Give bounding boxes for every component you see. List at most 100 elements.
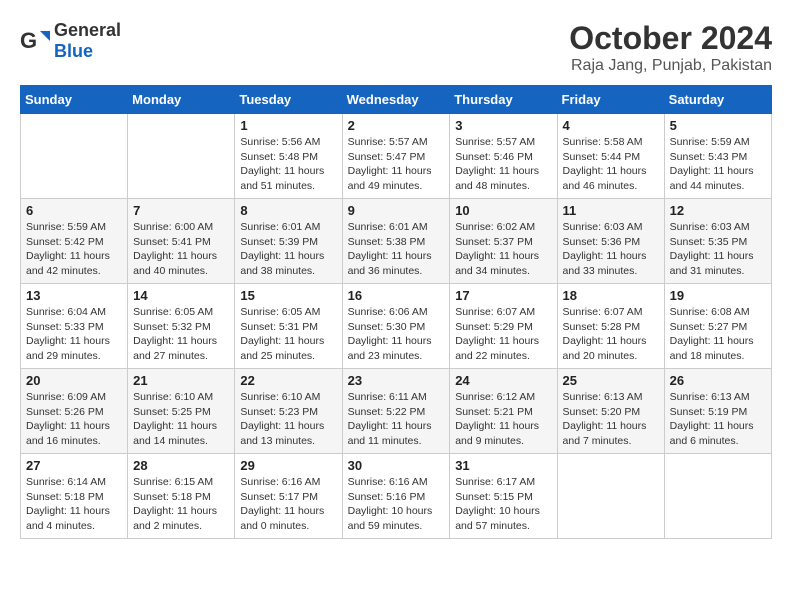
day-cell: 3 Sunrise: 5:57 AM Sunset: 5:46 PM Daylig… xyxy=(450,114,557,199)
day-number: 3 xyxy=(455,118,551,133)
day-number: 31 xyxy=(455,458,551,473)
day-cell: 28 Sunrise: 6:15 AM Sunset: 5:18 PM Dayli… xyxy=(128,454,235,539)
header-cell-sunday: Sunday xyxy=(21,86,128,114)
day-cell: 25Sunrise: 6:13 AM Sunset: 5:20 PM Dayli… xyxy=(557,369,664,454)
day-info: Sunrise: 6:16 AM Sunset: 5:17 PM Dayligh… xyxy=(240,475,336,534)
logo-icon: G xyxy=(20,26,50,56)
month-title: October 2024 xyxy=(569,20,772,57)
day-info: Sunrise: 6:00 AM Sunset: 5:41 PM Dayligh… xyxy=(133,220,229,279)
day-cell: 8Sunrise: 6:01 AM Sunset: 5:39 PM Daylig… xyxy=(235,199,342,284)
header-cell-thursday: Thursday xyxy=(450,86,557,114)
day-cell xyxy=(557,454,664,539)
day-cell: 23 Sunrise: 6:11 AM Sunset: 5:22 PM Dayli… xyxy=(342,369,450,454)
day-info: Sunrise: 6:15 AM Sunset: 5:18 PM Dayligh… xyxy=(133,475,229,534)
day-info: Sunrise: 5:58 AM Sunset: 5:44 PM Dayligh… xyxy=(563,135,659,194)
day-cell: 22 Sunrise: 6:10 AM Sunset: 5:23 PM Dayli… xyxy=(235,369,342,454)
day-cell: 18Sunrise: 6:07 AM Sunset: 5:28 PM Dayli… xyxy=(557,284,664,369)
day-cell: 26 Sunrise: 6:13 AM Sunset: 5:19 PM Dayli… xyxy=(664,369,771,454)
day-number: 4 xyxy=(563,118,659,133)
day-cell: 15 Sunrise: 6:05 AM Sunset: 5:31 PM Dayli… xyxy=(235,284,342,369)
day-number: 15 xyxy=(240,288,336,303)
svg-text:G: G xyxy=(20,28,37,53)
day-number: 28 xyxy=(133,458,229,473)
day-info: Sunrise: 5:59 AM Sunset: 5:43 PM Dayligh… xyxy=(670,135,766,194)
day-number: 21 xyxy=(133,373,229,388)
day-number: 24 xyxy=(455,373,551,388)
day-info: Sunrise: 6:06 AM Sunset: 5:30 PM Dayligh… xyxy=(348,305,445,364)
day-number: 6 xyxy=(26,203,122,218)
day-cell xyxy=(664,454,771,539)
day-cell: 13 Sunrise: 6:04 AM Sunset: 5:33 PM Dayli… xyxy=(21,284,128,369)
day-cell: 14 Sunrise: 6:05 AM Sunset: 5:32 PM Dayli… xyxy=(128,284,235,369)
day-number: 27 xyxy=(26,458,122,473)
day-info: Sunrise: 6:11 AM Sunset: 5:22 PM Dayligh… xyxy=(348,390,445,449)
day-cell: 17Sunrise: 6:07 AM Sunset: 5:29 PM Dayli… xyxy=(450,284,557,369)
day-number: 30 xyxy=(348,458,445,473)
header-cell-friday: Friday xyxy=(557,86,664,114)
day-info: Sunrise: 6:05 AM Sunset: 5:31 PM Dayligh… xyxy=(240,305,336,364)
day-cell: 2Sunrise: 5:57 AM Sunset: 5:47 PM Daylig… xyxy=(342,114,450,199)
day-number: 19 xyxy=(670,288,766,303)
day-number: 26 xyxy=(670,373,766,388)
day-info: Sunrise: 6:05 AM Sunset: 5:32 PM Dayligh… xyxy=(133,305,229,364)
day-info: Sunrise: 6:03 AM Sunset: 5:36 PM Dayligh… xyxy=(563,220,659,279)
day-number: 25 xyxy=(563,373,659,388)
header-cell-monday: Monday xyxy=(128,86,235,114)
day-number: 13 xyxy=(26,288,122,303)
day-info: Sunrise: 6:09 AM Sunset: 5:26 PM Dayligh… xyxy=(26,390,122,449)
day-number: 16 xyxy=(348,288,445,303)
day-cell: 9 Sunrise: 6:01 AM Sunset: 5:38 PM Daylig… xyxy=(342,199,450,284)
day-number: 8 xyxy=(240,203,336,218)
header-row: SundayMondayTuesdayWednesdayThursdayFrid… xyxy=(21,86,772,114)
day-cell xyxy=(128,114,235,199)
day-info: Sunrise: 6:14 AM Sunset: 5:18 PM Dayligh… xyxy=(26,475,122,534)
day-number: 9 xyxy=(348,203,445,218)
day-info: Sunrise: 6:04 AM Sunset: 5:33 PM Dayligh… xyxy=(26,305,122,364)
day-cell: 21Sunrise: 6:10 AM Sunset: 5:25 PM Dayli… xyxy=(128,369,235,454)
page-header: G General Blue October 2024 Raja Jang, P… xyxy=(20,20,772,75)
header-cell-tuesday: Tuesday xyxy=(235,86,342,114)
day-info: Sunrise: 5:56 AM Sunset: 5:48 PM Dayligh… xyxy=(240,135,336,194)
logo-general-text: General xyxy=(54,20,121,40)
day-cell: 6Sunrise: 5:59 AM Sunset: 5:42 PM Daylig… xyxy=(21,199,128,284)
logo-blue-text: Blue xyxy=(54,41,93,61)
day-info: Sunrise: 5:57 AM Sunset: 5:47 PM Dayligh… xyxy=(348,135,445,194)
day-cell: 7 Sunrise: 6:00 AM Sunset: 5:41 PM Daylig… xyxy=(128,199,235,284)
day-cell: 10Sunrise: 6:02 AM Sunset: 5:37 PM Dayli… xyxy=(450,199,557,284)
day-info: Sunrise: 6:17 AM Sunset: 5:15 PM Dayligh… xyxy=(455,475,551,534)
day-number: 17 xyxy=(455,288,551,303)
week-row-4: 20Sunrise: 6:09 AM Sunset: 5:26 PM Dayli… xyxy=(21,369,772,454)
day-cell: 1 Sunrise: 5:56 AM Sunset: 5:48 PM Daylig… xyxy=(235,114,342,199)
day-cell: 12Sunrise: 6:03 AM Sunset: 5:35 PM Dayli… xyxy=(664,199,771,284)
week-row-5: 27 Sunrise: 6:14 AM Sunset: 5:18 PM Dayli… xyxy=(21,454,772,539)
day-info: Sunrise: 6:08 AM Sunset: 5:27 PM Dayligh… xyxy=(670,305,766,364)
day-cell: 30 Sunrise: 6:16 AM Sunset: 5:16 PM Dayli… xyxy=(342,454,450,539)
header-cell-wednesday: Wednesday xyxy=(342,86,450,114)
day-number: 1 xyxy=(240,118,336,133)
header-cell-saturday: Saturday xyxy=(664,86,771,114)
day-number: 23 xyxy=(348,373,445,388)
day-cell: 16 Sunrise: 6:06 AM Sunset: 5:30 PM Dayli… xyxy=(342,284,450,369)
day-cell: 29 Sunrise: 6:16 AM Sunset: 5:17 PM Dayli… xyxy=(235,454,342,539)
day-info: Sunrise: 6:01 AM Sunset: 5:38 PM Dayligh… xyxy=(348,220,445,279)
location: Raja Jang, Punjab, Pakistan xyxy=(569,57,772,75)
day-cell: 4 Sunrise: 5:58 AM Sunset: 5:44 PM Daylig… xyxy=(557,114,664,199)
day-cell: 27 Sunrise: 6:14 AM Sunset: 5:18 PM Dayli… xyxy=(21,454,128,539)
day-number: 7 xyxy=(133,203,229,218)
day-number: 11 xyxy=(563,203,659,218)
day-info: Sunrise: 6:16 AM Sunset: 5:16 PM Dayligh… xyxy=(348,475,445,534)
day-info: Sunrise: 6:13 AM Sunset: 5:19 PM Dayligh… xyxy=(670,390,766,449)
day-info: Sunrise: 6:12 AM Sunset: 5:21 PM Dayligh… xyxy=(455,390,551,449)
day-number: 14 xyxy=(133,288,229,303)
day-info: Sunrise: 5:57 AM Sunset: 5:46 PM Dayligh… xyxy=(455,135,551,194)
week-row-1: 1 Sunrise: 5:56 AM Sunset: 5:48 PM Daylig… xyxy=(21,114,772,199)
day-info: Sunrise: 6:10 AM Sunset: 5:23 PM Dayligh… xyxy=(240,390,336,449)
day-cell: 11 Sunrise: 6:03 AM Sunset: 5:36 PM Dayli… xyxy=(557,199,664,284)
day-number: 22 xyxy=(240,373,336,388)
day-cell: 20Sunrise: 6:09 AM Sunset: 5:26 PM Dayli… xyxy=(21,369,128,454)
day-number: 12 xyxy=(670,203,766,218)
day-cell: 31 Sunrise: 6:17 AM Sunset: 5:15 PM Dayli… xyxy=(450,454,557,539)
day-info: Sunrise: 6:02 AM Sunset: 5:37 PM Dayligh… xyxy=(455,220,551,279)
calendar-table: SundayMondayTuesdayWednesdayThursdayFrid… xyxy=(20,85,772,539)
day-number: 29 xyxy=(240,458,336,473)
